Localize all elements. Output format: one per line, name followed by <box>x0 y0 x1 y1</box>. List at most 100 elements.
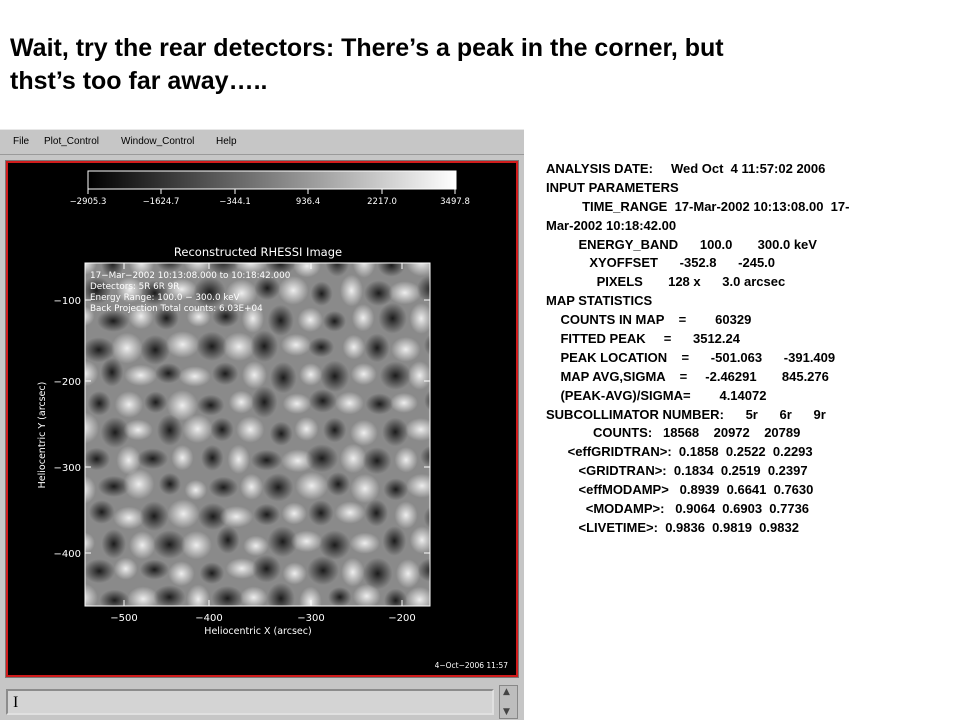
image-texture-blob <box>382 526 407 556</box>
image-texture-blob <box>243 535 269 557</box>
scroll-up-arrow-icon[interactable]: ▲ <box>503 687 510 697</box>
image-texture-blob <box>87 391 112 416</box>
y-tick-label: −300 <box>54 463 81 474</box>
stats-line: <MODAMP>: 0.9064 0.6903 0.7736 <box>546 501 810 517</box>
image-texture-blob <box>379 361 412 390</box>
image-texture-blob <box>310 281 333 306</box>
image-texture-blob <box>88 500 115 524</box>
x-tick-label: −200 <box>388 613 415 624</box>
image-texture-blob <box>308 337 335 358</box>
image-texture-blob <box>144 391 168 414</box>
image-texture-blob <box>384 588 408 606</box>
image-texture-blob <box>85 583 98 606</box>
image-texture-blob <box>236 416 265 443</box>
stats-line: <effMODAMP> 0.8939 0.6641 0.7630 <box>546 482 814 498</box>
image-texture-blob <box>299 363 323 386</box>
image-texture-blob <box>252 554 281 583</box>
y-axis-label: Heliocentric Y (arcsec) <box>37 382 48 489</box>
image-texture-blob <box>297 307 323 332</box>
plot-canvas[interactable]: −2905.3 −1624.7 −344.1 936.4 2217.0 3497… <box>8 163 516 675</box>
image-texture-blob <box>364 333 390 363</box>
image-texture-blob <box>351 304 375 332</box>
stats-line: Mar-2002 10:18:42.00 <box>546 217 677 233</box>
stats-line: MAP AVG,SIGMA = -2.46291 845.276 <box>546 368 829 384</box>
stats-line: <GRIDTRAN>: 0.1834 0.2519 0.2397 <box>546 463 808 479</box>
colorbar-tick: −1624.7 <box>143 197 180 207</box>
image-texture-blob <box>342 334 365 360</box>
image-texture-blob <box>295 471 329 500</box>
image-texture-blob <box>101 529 127 559</box>
slide-title: Wait, try the rear detectors: There’s a … <box>10 32 950 98</box>
stats-line: FITTED PEAK = 3512.24 <box>546 331 740 347</box>
image-texture-blob <box>129 531 156 560</box>
colorbar-tick: −2905.3 <box>70 197 107 207</box>
scroll-down-arrow-icon[interactable]: ▼ <box>503 707 510 717</box>
image-texture-blob <box>281 502 307 525</box>
x-tick-label: −500 <box>110 613 137 624</box>
image-title: Reconstructed RHESSI Image <box>174 245 342 259</box>
image-texture-blob <box>199 562 225 585</box>
image-texture-blob <box>394 447 418 473</box>
stats-line: COUNTS: 18568 20972 20789 <box>546 425 801 441</box>
stats-line: XYOFFSET -352.8 -245.0 <box>546 255 776 271</box>
image-texture-blob <box>394 501 418 529</box>
image-texture-blob <box>308 389 337 413</box>
image-texture-blob <box>182 414 213 444</box>
menu-help[interactable]: Help <box>216 136 237 147</box>
image-texture-blob <box>352 584 381 606</box>
image-texture-blob <box>137 448 169 470</box>
image-texture-blob <box>452 278 477 308</box>
image-texture-blob <box>145 614 167 637</box>
image-texture-blob <box>409 526 430 554</box>
image-texture-blob <box>337 614 361 638</box>
menu-file[interactable]: File <box>13 136 29 147</box>
image-texture-blob <box>210 417 234 442</box>
image-texture-blob <box>167 499 200 529</box>
image-texture-blob <box>365 393 394 415</box>
command-input[interactable]: I <box>6 689 494 715</box>
image-texture-blob <box>350 474 380 504</box>
stats-line: SUBCOLLIMATOR NUMBER: 5r 6r 9r <box>546 406 826 422</box>
image-texture-blob <box>282 393 312 414</box>
image-texture-blob <box>82 614 112 641</box>
image-texture-blob <box>123 419 153 441</box>
image-texture-blob <box>253 503 281 526</box>
stats-line: TIME_RANGE 17-Mar-2002 10:13:08.00 17- <box>546 198 850 214</box>
image-info-line: Back Projection Total counts: 6.03E+04 <box>90 304 263 314</box>
stats-line: INPUT PARAMETERS <box>546 179 679 195</box>
image-texture-blob <box>165 331 200 358</box>
image-texture-blob <box>123 468 155 500</box>
stats-line: MAP STATISTICS <box>546 293 653 309</box>
image-texture-blob <box>269 421 293 446</box>
image-texture-blob <box>340 274 363 307</box>
image-texture-blob <box>390 392 418 413</box>
image-texture-blob <box>250 330 279 363</box>
image-texture-blob <box>171 445 194 471</box>
image-texture-blob <box>432 583 463 609</box>
image-texture-blob <box>433 251 460 272</box>
menu-plot-control[interactable]: Plot_Control <box>44 136 99 147</box>
image-texture-blob <box>212 362 239 386</box>
image-texture-blob <box>158 472 181 496</box>
command-scrollbar[interactable]: ▲ ▼ <box>499 685 518 719</box>
stats-line: ANALYSIS DATE: Wed Oct 4 11:57:02 2006 <box>546 161 826 176</box>
image-texture-blob <box>436 415 464 445</box>
menu-window-control[interactable]: Window_Control <box>121 136 194 147</box>
image-texture-blob <box>228 390 254 414</box>
image-texture-blob <box>396 559 421 589</box>
image-texture-blob <box>341 557 365 587</box>
image-texture-blob <box>350 363 377 386</box>
image-texture-blob <box>201 444 224 471</box>
plot-timestamp: 4−Oct−2006 11:57 <box>435 661 509 670</box>
image-texture-blob <box>239 473 264 500</box>
image-texture-blob <box>416 274 430 303</box>
image-texture-blob <box>388 281 422 305</box>
image-info-line: Detectors: 5R 6R 9R <box>90 282 179 292</box>
image-texture-blob <box>227 444 250 474</box>
image-texture-blob <box>197 394 225 416</box>
image-texture-blob <box>85 559 115 584</box>
slide-title-line-1: Wait, try the rear detectors: There’s a … <box>10 34 724 62</box>
image-texture-blob <box>391 337 421 362</box>
image-texture-blob <box>153 585 186 606</box>
y-tick-label: −100 <box>54 296 81 307</box>
